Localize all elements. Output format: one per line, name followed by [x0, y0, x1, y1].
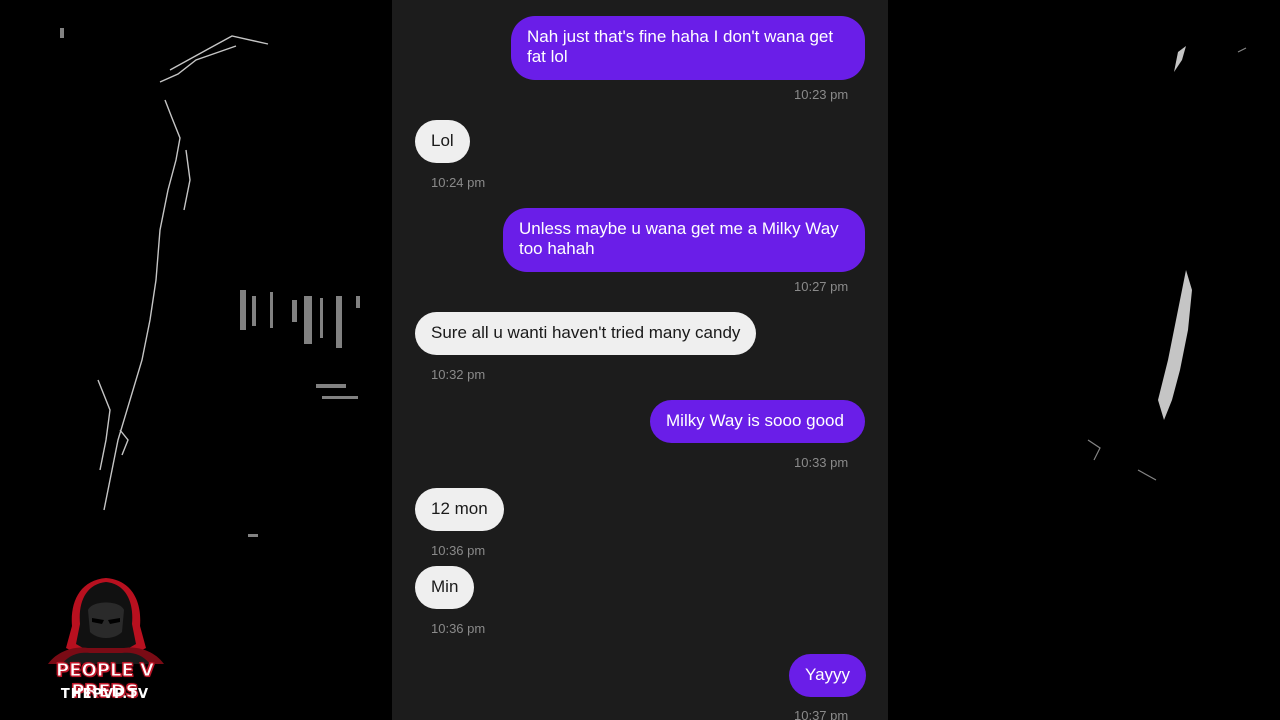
message-bubble: Yayyy — [789, 654, 867, 697]
message-timestamp: 10:32 pm — [431, 367, 486, 382]
chat-conversation[interactable]: Nah just that's fine haha I don't wana g… — [392, 0, 888, 720]
video-frame: Nah just that's fine haha I don't wana g… — [0, 0, 1280, 720]
message-received[interactable]: Lol — [415, 120, 470, 163]
message-timestamp: 10:27 pm — [794, 279, 849, 294]
message-timestamp: 10:37 pm — [794, 708, 849, 720]
message-bubble: Sure all u wanti haven't tried many cand… — [415, 312, 757, 355]
message-received[interactable]: 12 mon — [415, 488, 504, 531]
message-bubble: Nah just that's fine haha I don't wana g… — [511, 16, 865, 80]
message-bubble: Min — [415, 566, 475, 609]
message-bubble: Lol — [415, 120, 470, 163]
message-sent[interactable]: Milky Way is sooo good — [650, 400, 865, 443]
message-bubble: Unless maybe u wana get me a Milky Way t… — [503, 208, 865, 272]
hooded-figure-icon — [48, 578, 164, 664]
message-sent[interactable]: Unless maybe u wana get me a Milky Way t… — [503, 208, 865, 272]
logo-subtitle: THEPVP.TV — [60, 687, 150, 702]
message-bubble: 12 mon — [415, 488, 504, 531]
message-sent[interactable]: Yayyy — [789, 654, 867, 697]
right-background-figure — [888, 0, 1280, 720]
channel-logo: PEOPLE V PREDS THEPVP.TV — [18, 574, 194, 708]
message-received[interactable]: Min — [415, 566, 475, 609]
message-timestamp: 10:33 pm — [794, 455, 849, 470]
message-timestamp: 10:23 pm — [794, 87, 849, 102]
message-sent[interactable]: Nah just that's fine haha I don't wana g… — [511, 16, 865, 80]
message-received[interactable]: Sure all u wanti haven't tried many cand… — [415, 312, 757, 355]
message-timestamp: 10:36 pm — [431, 543, 486, 558]
message-timestamp: 10:24 pm — [431, 175, 486, 190]
message-bubble: Milky Way is sooo good — [650, 400, 865, 443]
message-timestamp: 10:36 pm — [431, 621, 486, 636]
